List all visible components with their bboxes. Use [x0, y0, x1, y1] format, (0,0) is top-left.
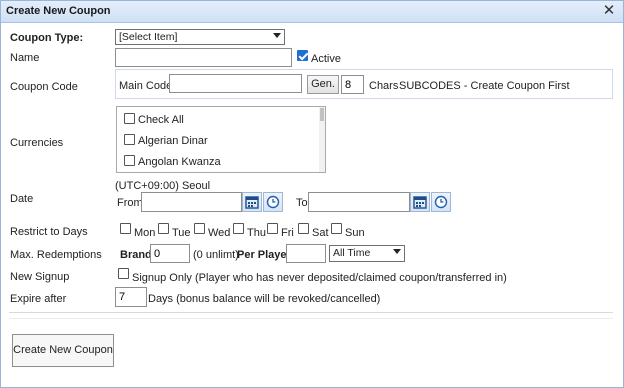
day-checkbox-wed[interactable]: [194, 223, 205, 234]
calendar-icon: [413, 196, 427, 209]
expire-note: Days (bonus balance will be revoked/canc…: [148, 293, 381, 305]
day-label: Fri: [281, 227, 294, 239]
scrollbar-thumb[interactable]: [320, 108, 324, 121]
currency-checkbox-check-all[interactable]: [124, 113, 135, 124]
calendar-icon: [245, 196, 259, 209]
expire-days-input[interactable]: [115, 287, 147, 307]
active-checkbox[interactable]: [297, 50, 308, 61]
currency-label: Check All: [138, 114, 184, 126]
period-select[interactable]: All Time: [329, 245, 405, 262]
day-checkbox-thu[interactable]: [233, 223, 244, 234]
subcodes-text: SUBCODES - Create Coupon First: [399, 80, 570, 92]
day-checkbox-tue[interactable]: [158, 223, 169, 234]
day-checkbox-fri[interactable]: [267, 223, 278, 234]
coupon-type-selected: [Select Item]: [119, 31, 178, 43]
dialog-title-bar: Create New Coupon ✕: [1, 1, 623, 23]
create-coupon-dialog: Create New Coupon ✕ Coupon Type: [Select…: [0, 0, 624, 388]
currencies-scrollbar[interactable]: [319, 107, 325, 172]
currency-checkbox-angolan-kwanza[interactable]: [124, 155, 135, 166]
day-checkbox-sat[interactable]: [298, 223, 309, 234]
date-label: Date: [10, 193, 34, 205]
chars-input[interactable]: [341, 75, 364, 94]
day-label: Wed: [208, 227, 231, 239]
from-calendar-button[interactable]: [242, 192, 262, 212]
currency-label: Angolan Kwanza: [138, 156, 221, 168]
footer-divider: [9, 312, 613, 313]
brand-redemptions-input[interactable]: [150, 244, 190, 263]
from-time-button[interactable]: [263, 192, 283, 212]
dialog-title: Create New Coupon: [6, 5, 111, 17]
chars-label: Chars: [369, 80, 399, 92]
to-time-button[interactable]: [431, 192, 451, 212]
close-icon[interactable]: ✕: [601, 2, 617, 20]
currencies-label: Currencies: [10, 137, 64, 149]
unlimited-note: (0 unlimt): [193, 249, 239, 261]
signup-only-label: Signup Only (Player who has never deposi…: [132, 272, 507, 284]
day-label: Sat: [312, 227, 329, 239]
signup-only-checkbox[interactable]: [118, 268, 129, 279]
day-checkbox-mon[interactable]: [120, 223, 131, 234]
day-label: Thu: [247, 227, 266, 239]
day-checkbox-sun[interactable]: [331, 223, 342, 234]
main-code-label: Main Code:: [119, 80, 176, 92]
clock-icon: [266, 195, 280, 209]
main-code-input[interactable]: [169, 74, 302, 93]
expire-after-label: Expire after: [10, 293, 67, 305]
from-label: From: [117, 197, 143, 209]
restrict-days-label: Restrict to Days: [10, 226, 88, 238]
footer-divider-secondary: [9, 318, 613, 319]
gen-button[interactable]: Gen.: [307, 75, 339, 94]
to-date-input[interactable]: [308, 192, 410, 212]
to-label: To: [296, 197, 308, 209]
timezone-text: (UTC+09:00) Seoul: [115, 180, 211, 192]
clock-icon: [434, 195, 448, 209]
coupon-type-select[interactable]: [Select Item]: [115, 29, 285, 45]
new-signup-label: New Signup: [10, 271, 70, 283]
from-date-input[interactable]: [141, 192, 242, 212]
currency-checkbox-algerian-dinar[interactable]: [124, 134, 135, 145]
coupon-code-label: Coupon Code: [10, 81, 78, 93]
day-label: Sun: [345, 227, 365, 239]
name-input[interactable]: [115, 48, 292, 67]
currency-label: Algerian Dinar: [138, 135, 208, 147]
per-player-input[interactable]: [286, 244, 326, 263]
day-label: Tue: [172, 227, 191, 239]
name-label: Name: [10, 52, 40, 64]
day-label: Mon: [134, 227, 156, 239]
period-selected: All Time: [333, 247, 371, 259]
chevron-down-icon: [393, 249, 401, 254]
currencies-listbox[interactable]: Check All Algerian Dinar Angolan Kwanza: [116, 106, 326, 173]
create-new-coupon-button[interactable]: Create New Coupon: [12, 334, 114, 367]
chevron-down-icon: [273, 33, 281, 38]
max-redemptions-label: Max. Redemptions: [10, 249, 102, 261]
to-calendar-button[interactable]: [410, 192, 430, 212]
coupon-type-label: Coupon Type:: [10, 32, 84, 44]
active-label: Active: [311, 53, 341, 65]
